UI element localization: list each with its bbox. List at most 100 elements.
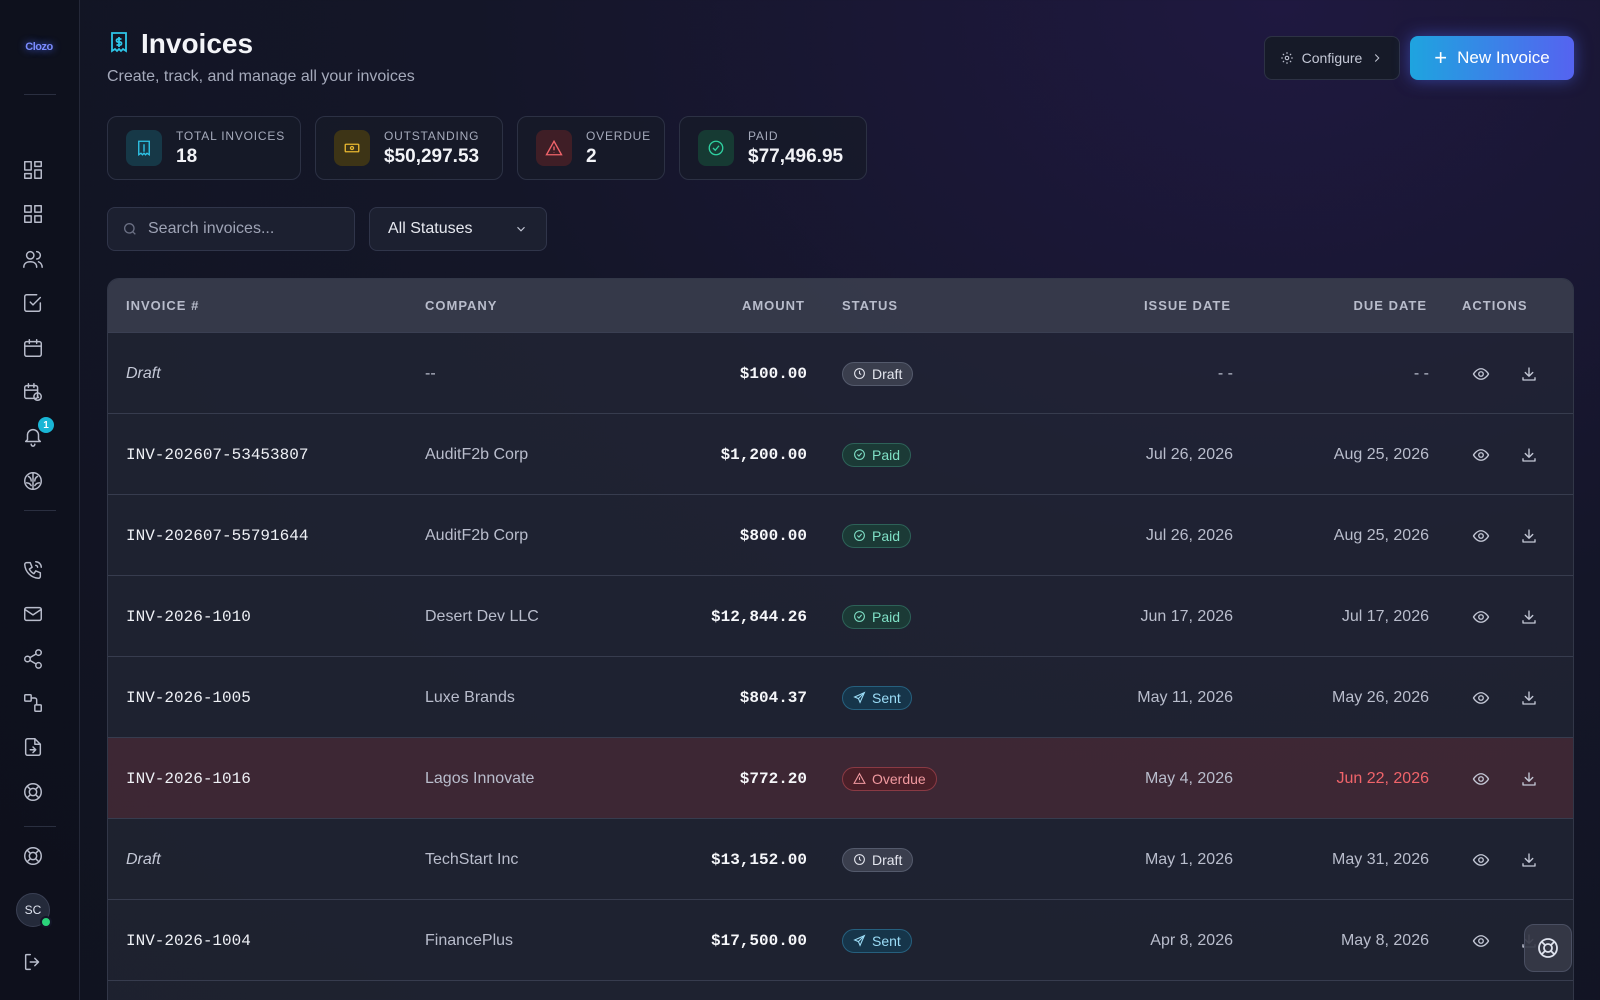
- issue-date: May 4, 2026: [1144, 769, 1233, 787]
- invoice-number[interactable]: Draft: [126, 333, 161, 414]
- download-action: [1516, 657, 1542, 738]
- users-icon[interactable]: [20, 246, 46, 272]
- table-row[interactable]: Draft -- $100.00 Draft - - - -: [108, 333, 1573, 414]
- status-badge: Overdue: [842, 766, 937, 791]
- stat-value: 2: [586, 145, 597, 167]
- table-row[interactable]: INV-2026-1010 Desert Dev LLC $12,844.26 Pai…: [108, 576, 1573, 657]
- new-invoice-label: New Invoice: [1457, 48, 1550, 67]
- eye-icon[interactable]: [1468, 523, 1494, 549]
- invoice-amount: $1,200.00: [720, 445, 807, 464]
- configure-button[interactable]: Configure: [1264, 36, 1400, 80]
- view-action: [1468, 738, 1494, 819]
- invoice-number[interactable]: INV-2026-1010: [126, 576, 251, 657]
- column-header-company[interactable]: COMPANY: [425, 298, 497, 313]
- table-row[interactable]: INV-2026-1016 Lagos Innovate $772.20 Overdu…: [108, 738, 1573, 819]
- eye-icon[interactable]: [1468, 685, 1494, 711]
- search-input[interactable]: [148, 220, 338, 238]
- status-cell: Draft: [842, 819, 914, 900]
- download-action: [1516, 738, 1542, 819]
- invoice-number[interactable]: INV-2026-1016: [126, 738, 251, 819]
- column-header-status[interactable]: STATUS: [842, 298, 898, 313]
- download-icon[interactable]: [1516, 361, 1542, 387]
- status-filter-select[interactable]: All Statuses: [369, 207, 547, 251]
- column-header-due-date[interactable]: DUE DATE: [1354, 298, 1427, 313]
- invoice-number[interactable]: Draft: [126, 819, 161, 900]
- download-icon[interactable]: [1516, 685, 1542, 711]
- stat-card-total-invoices: TOTAL INVOICES 18: [107, 116, 301, 180]
- table-row[interactable]: INV-202607-53453807 AuditF2b Corp $1,200.0…: [108, 414, 1573, 495]
- eye-icon[interactable]: [1468, 604, 1494, 630]
- lifebuoy-icon: [1538, 938, 1558, 958]
- column-header-amount[interactable]: AMOUNT: [742, 298, 805, 313]
- calendar-icon[interactable]: [20, 335, 46, 361]
- eye-icon[interactable]: [1468, 361, 1494, 387]
- view-action: [1468, 900, 1494, 981]
- status-badge: Paid: [842, 523, 912, 548]
- eye-icon[interactable]: [1468, 928, 1494, 954]
- stat-value: 18: [176, 145, 198, 167]
- table-row[interactable]: INV-2026-1005 Luxe Brands $804.37 Sent May 1…: [108, 657, 1573, 738]
- stat-label: OVERDUE: [586, 128, 651, 143]
- help-chat-button[interactable]: [1524, 924, 1572, 972]
- stat-card-paid: PAID $77,496.95: [679, 116, 867, 180]
- column-header-issue-date[interactable]: ISSUE DATE: [1144, 298, 1231, 313]
- status-badge: Paid: [842, 604, 912, 629]
- download-icon[interactable]: [1516, 847, 1542, 873]
- download-icon[interactable]: [1516, 604, 1542, 630]
- download-icon[interactable]: [1516, 523, 1542, 549]
- stat-value: $50,297.53: [384, 145, 480, 167]
- eye-icon[interactable]: [1468, 442, 1494, 468]
- help-icon[interactable]: [20, 843, 46, 869]
- status-cell: Paid: [842, 414, 912, 495]
- table-row[interactable]: INV-2026-1004 FinancePlus $17,500.00 Sent Ap…: [108, 900, 1573, 981]
- user-avatar[interactable]: SC: [16, 893, 52, 928]
- app-logo[interactable]: Clozo: [16, 36, 62, 58]
- share-icon[interactable]: [20, 646, 46, 672]
- issue-date: Jul 26, 2026: [1145, 445, 1233, 463]
- download-icon[interactable]: [1516, 766, 1542, 792]
- eye-icon[interactable]: [1468, 847, 1494, 873]
- invoice-number[interactable]: INV-2026-1004: [126, 900, 251, 981]
- support-icon[interactable]: [20, 779, 46, 805]
- search-box: [107, 207, 355, 251]
- new-invoice-button[interactable]: + New Invoice: [1410, 36, 1574, 80]
- status-badge: Sent: [842, 685, 912, 710]
- status-filter-value: All Statuses: [388, 220, 473, 237]
- phone-icon[interactable]: [20, 557, 46, 583]
- widgets-icon[interactable]: [20, 201, 46, 227]
- brain-icon[interactable]: [20, 468, 46, 494]
- stat-card-outstanding: OUTSTANDING $50,297.53: [315, 116, 503, 180]
- tasks-icon[interactable]: [20, 290, 46, 316]
- status-cell: Paid: [842, 576, 912, 657]
- status-cell: Overdue: [842, 738, 937, 819]
- workflow-icon[interactable]: [20, 690, 46, 716]
- table-row[interactable]: INV-202607-55791644 AuditF2b Corp $800.00 P…: [108, 495, 1573, 576]
- import-icon[interactable]: [20, 734, 46, 760]
- logout-icon[interactable]: [20, 949, 46, 975]
- download-action: [1516, 333, 1542, 414]
- view-action: [1468, 819, 1494, 900]
- invoice-number[interactable]: INV-202607-53453807: [126, 414, 308, 495]
- column-header-invoice[interactable]: INVOICE #: [126, 298, 199, 313]
- stat-value: $77,496.95: [748, 145, 844, 167]
- view-action: [1468, 576, 1494, 657]
- check-circle-icon: [854, 611, 865, 622]
- sidebar-divider: [24, 94, 56, 95]
- dashboard-icon[interactable]: [20, 157, 46, 183]
- table-header: INVOICE # COMPANY AMOUNT STATUS ISSUE DA…: [108, 279, 1573, 333]
- table-row[interactable]: Draft TechStart Inc $13,152.00 Draft May 1, …: [108, 819, 1573, 900]
- mail-icon[interactable]: [20, 601, 46, 627]
- view-action: [1468, 333, 1494, 414]
- cash-icon: [334, 130, 370, 166]
- schedule-icon[interactable]: [20, 379, 46, 405]
- bell-icon[interactable]: 1: [20, 417, 54, 449]
- invoice-number[interactable]: INV-202607-55791644: [126, 495, 308, 576]
- download-icon[interactable]: [1516, 442, 1542, 468]
- view-action: [1468, 495, 1494, 576]
- clock-icon: [854, 368, 865, 379]
- invoice-number[interactable]: INV-2026-1005: [126, 657, 251, 738]
- eye-icon[interactable]: [1468, 766, 1494, 792]
- page-title: Invoices: [141, 28, 254, 59]
- online-status-dot: [40, 916, 52, 928]
- column-header-actions: ACTIONS: [1462, 298, 1528, 313]
